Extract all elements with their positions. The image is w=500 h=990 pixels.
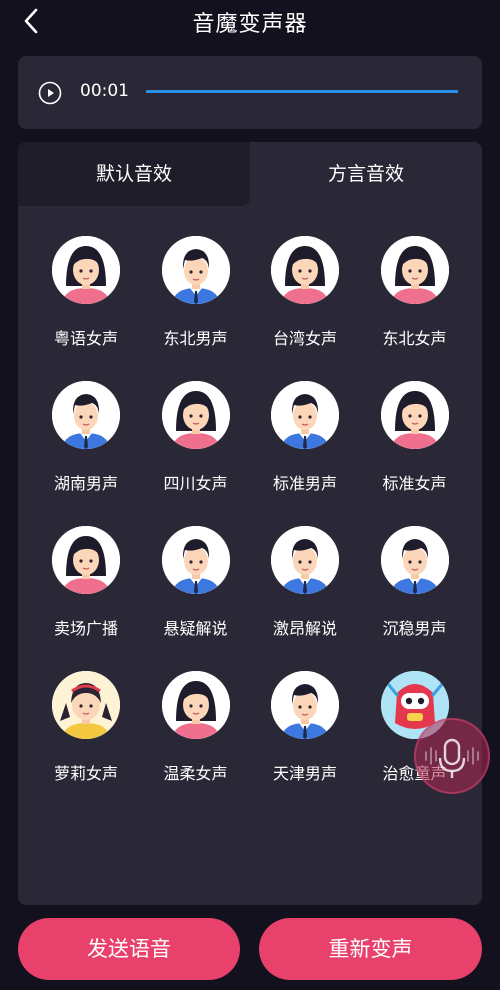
voice-item-label: 萝莉女声 xyxy=(53,764,118,783)
voice-item-label: 标准男声 xyxy=(272,474,337,493)
floating-mic-button[interactable] xyxy=(414,718,490,794)
send-voice-button[interactable]: 发送语音 xyxy=(18,918,240,980)
voice-item-label: 沉稳男声 xyxy=(382,619,447,638)
voice-item-8[interactable]: 卖场广播 xyxy=(31,496,141,638)
voice-item-7[interactable]: 标准女声 xyxy=(360,351,470,493)
man-avatar xyxy=(161,526,230,594)
woman-avatar xyxy=(52,236,120,304)
page-title: 音魔变声器 xyxy=(192,12,308,37)
man-avatar xyxy=(380,526,449,594)
voice-item-3[interactable]: 东北女声 xyxy=(360,206,470,348)
woman-avatar xyxy=(52,526,120,594)
audio-player: 00:01 xyxy=(18,56,482,129)
voice-item-label: 粤语女声 xyxy=(53,329,118,348)
woman-avatar xyxy=(161,671,230,739)
voice-item-6[interactable]: 标准男声 xyxy=(250,351,360,493)
microphone-icon xyxy=(425,738,479,778)
progress-bar[interactable] xyxy=(146,90,458,93)
tab-dialect-effects[interactable]: 方言音效 xyxy=(250,142,482,206)
woman-avatar xyxy=(380,236,449,304)
voice-item-10[interactable]: 激昂解说 xyxy=(250,496,360,638)
voice-item-label: 台湾女声 xyxy=(272,329,337,348)
man-avatar xyxy=(52,381,120,449)
man-avatar xyxy=(271,671,339,739)
voice-item-label: 东北女声 xyxy=(382,329,447,348)
voice-item-11[interactable]: 沉稳男声 xyxy=(360,496,470,638)
tab-default-effects[interactable]: 默认音效 xyxy=(18,142,250,206)
woman-avatar xyxy=(161,381,230,449)
redo-voice-change-button[interactable]: 重新变声 xyxy=(259,918,482,980)
voice-item-label: 湖南男声 xyxy=(53,474,118,493)
voice-item-label: 东北男声 xyxy=(163,329,228,348)
voice-item-label: 卖场广播 xyxy=(53,619,118,638)
progress-bar-fill xyxy=(146,90,458,93)
woman-avatar xyxy=(271,236,339,304)
voice-item-label: 标准女声 xyxy=(382,474,447,493)
voice-item-9[interactable]: 悬疑解说 xyxy=(141,496,251,638)
voice-item-13[interactable]: 温柔女声 xyxy=(141,641,251,783)
voice-item-label: 温柔女声 xyxy=(163,764,228,783)
voice-item-1[interactable]: 东北男声 xyxy=(141,206,251,348)
voice-item-12[interactable]: 萝莉女声 xyxy=(31,641,141,783)
voice-item-14[interactable]: 天津男声 xyxy=(250,641,360,783)
voice-item-label: 天津男声 xyxy=(272,764,337,783)
man-avatar xyxy=(271,381,339,449)
voice-item-5[interactable]: 四川女声 xyxy=(141,351,251,493)
man-avatar xyxy=(271,526,339,594)
voice-item-label: 激昂解说 xyxy=(272,619,337,638)
playback-time: 00:01 xyxy=(80,81,129,101)
header: 音魔变声器 xyxy=(0,0,500,44)
effects-panel: 默认音效 方言音效 粤语女声 东北男声 台湾女声 东北女声湖南男声 四川女声 标准男声 标准… xyxy=(18,142,482,905)
voice-item-4[interactable]: 湖南男声 xyxy=(31,351,141,493)
voice-item-0[interactable]: 粤语女声 xyxy=(31,206,141,348)
voice-item-label: 悬疑解说 xyxy=(163,619,228,638)
woman-avatar xyxy=(380,381,449,449)
voice-item-label: 四川女声 xyxy=(163,474,228,493)
play-icon[interactable] xyxy=(38,81,62,105)
girl-avatar xyxy=(52,671,120,739)
man-avatar xyxy=(161,236,230,304)
voice-item-2[interactable]: 台湾女声 xyxy=(250,206,360,348)
